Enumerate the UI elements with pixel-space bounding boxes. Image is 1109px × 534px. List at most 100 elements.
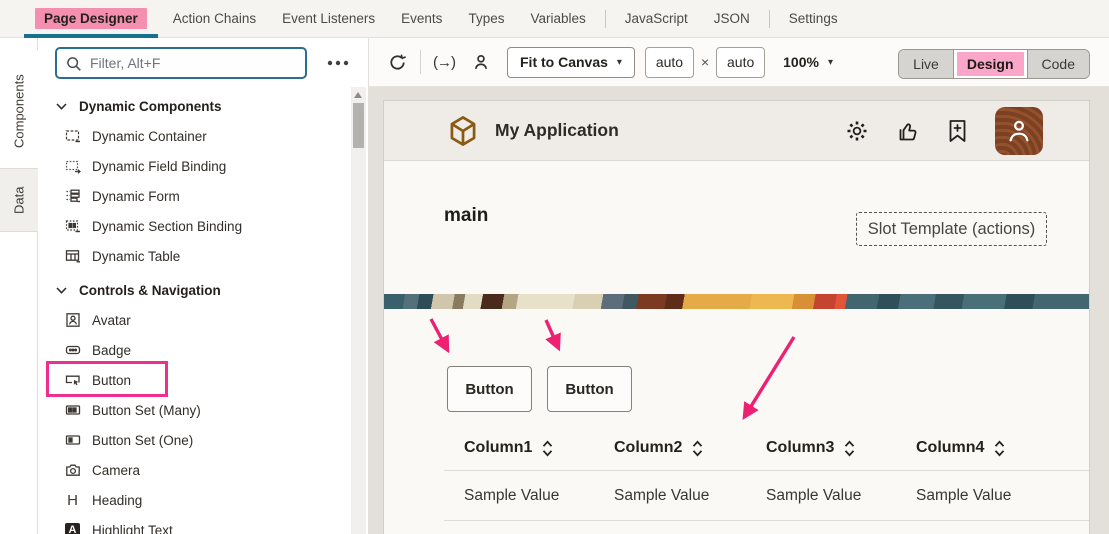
design-canvas: My Application main Sl [368,87,1109,534]
palette-item-dynamic-section-binding[interactable]: Dynamic Section Binding [44,211,344,241]
dynamic-table-icon [64,248,81,264]
app-title: My Application [495,120,619,141]
tab-javascript[interactable]: JavaScript [612,0,701,38]
mode-design-button[interactable]: Design [954,50,1028,78]
dynamic-form-icon [64,188,81,204]
table-header-row: Column1 Column2 Column3 Column4 [444,426,1089,471]
chevron-down-icon: ▾ [828,57,833,68]
multiply-glyph: × [701,54,709,70]
section-dynamic-components[interactable]: Dynamic Components [44,91,344,121]
column-header[interactable]: Column2 [614,439,766,457]
dynamic-container-icon [64,128,81,144]
canvas-width-input[interactable] [645,47,694,78]
sort-icon[interactable] [692,440,703,457]
components-sidebar: Components Data Dynamic Components Dynam… [0,38,368,534]
cube-logo-icon [448,115,478,147]
decorative-banner-image [384,294,1089,309]
tab-divider [605,10,606,28]
palette-item-camera[interactable]: Camera [44,455,344,485]
more-options-icon[interactable] [324,54,352,72]
heading-icon: H [64,492,81,509]
button-set-many-icon [64,402,81,418]
top-tab-bar: Page Designer Action Chains Event Listen… [0,0,1109,38]
table-cell: Sample Value [614,487,766,505]
table-cell: Sample Value [766,487,916,505]
component-filter-field[interactable] [55,47,307,79]
canvas-button-1[interactable]: Button [447,366,532,412]
component-palette: Dynamic Components Dynamic Container Dyn… [44,91,344,534]
column-header[interactable]: Column3 [766,439,916,457]
mode-switcher: Live Design Code [898,49,1090,79]
table-row[interactable]: Sample Value Sample Value Sample Value S… [444,471,1089,521]
vertical-tab-components[interactable]: Components [0,50,38,172]
page-designer-window: Page Designer Action Chains Event Listen… [0,0,1109,534]
palette-item-heading[interactable]: H Heading [44,485,344,515]
slot-template-placeholder[interactable]: Slot Template (actions) [856,212,1047,246]
chevron-down-icon [56,287,67,294]
palette-item-dynamic-container[interactable]: Dynamic Container [44,121,344,151]
search-icon [65,55,82,72]
palette-item-button-set-one[interactable]: Button Set (One) [44,425,344,455]
button-set-one-icon [64,432,81,448]
bookmark-add-icon[interactable] [947,119,968,143]
scroll-up-icon[interactable] [354,92,362,98]
page-parameters-icon[interactable]: (→) [433,54,455,71]
tab-page-designer[interactable]: Page Designer [22,0,160,38]
badge-icon [64,342,81,358]
search-input[interactable] [90,55,297,71]
tab-variables[interactable]: Variables [517,0,598,38]
user-avatar[interactable] [995,107,1043,155]
tab-types[interactable]: Types [455,0,517,38]
camera-icon [64,462,81,478]
tab-action-chains[interactable]: Action Chains [160,0,269,38]
palette-item-badge[interactable]: Badge [44,335,344,365]
tab-event-listeners[interactable]: Event Listeners [269,0,388,38]
table-cell: Sample Value [916,487,1089,505]
user-context-icon[interactable] [471,52,491,72]
palette-item-avatar[interactable]: Avatar [44,305,344,335]
palette-item-button-set-many[interactable]: Button Set (Many) [44,395,344,425]
sort-icon[interactable] [994,440,1005,457]
canvas-button-2[interactable]: Button [547,366,632,412]
app-preview: My Application main Sl [383,100,1090,534]
tab-settings[interactable]: Settings [776,0,851,38]
palette-item-button[interactable]: Button [44,365,344,395]
button-icon [64,372,81,388]
chevron-down-icon [56,103,67,110]
sidebar-vertical-tabs: Components Data [0,38,38,534]
section-controls-navigation[interactable]: Controls & Navigation [44,275,344,305]
highlight-text-icon: A [64,523,81,534]
column-header[interactable]: Column1 [464,439,614,457]
canvas-height-input[interactable] [716,47,765,78]
tab-divider [769,10,770,28]
tab-json[interactable]: JSON [701,0,763,38]
canvas-toolbar: (→) Fit to Canvas ▾ × 100% ▾ Live Design… [368,38,1109,87]
scrollbar-thumb[interactable] [353,103,364,148]
canvas-size-dropdown[interactable]: Fit to Canvas ▾ [507,47,635,78]
app-header: My Application [384,101,1089,161]
palette-item-dynamic-form[interactable]: Dynamic Form [44,181,344,211]
sort-icon[interactable] [542,440,553,457]
dynamic-section-binding-icon [64,218,81,234]
chevron-down-icon: ▾ [617,57,622,68]
palette-item-dynamic-field-binding[interactable]: Dynamic Field Binding [44,151,344,181]
sort-icon[interactable] [844,440,855,457]
mode-code-button[interactable]: Code [1028,50,1089,78]
tab-label: Page Designer [35,8,147,29]
palette-item-dynamic-table[interactable]: Dynamic Table [44,241,344,271]
page-title: main [444,205,488,227]
refresh-icon[interactable] [387,52,408,73]
mode-live-button[interactable]: Live [899,50,954,78]
zoom-dropdown[interactable]: 100% ▾ [783,54,833,70]
tab-events[interactable]: Events [388,0,455,38]
column-header[interactable]: Column4 [916,439,1089,457]
table-cell: Sample Value [464,487,614,505]
vertical-tab-data[interactable]: Data [0,168,38,232]
gear-icon[interactable] [845,119,869,143]
avatar-icon [64,312,81,328]
data-table: Column1 Column2 Column3 Column4 Sample V… [444,426,1089,521]
dynamic-field-binding-icon [64,158,81,174]
sidebar-scrollbar[interactable] [351,87,366,534]
palette-item-highlight-text[interactable]: A Highlight Text [44,515,344,534]
thumbs-up-icon[interactable] [896,119,920,143]
